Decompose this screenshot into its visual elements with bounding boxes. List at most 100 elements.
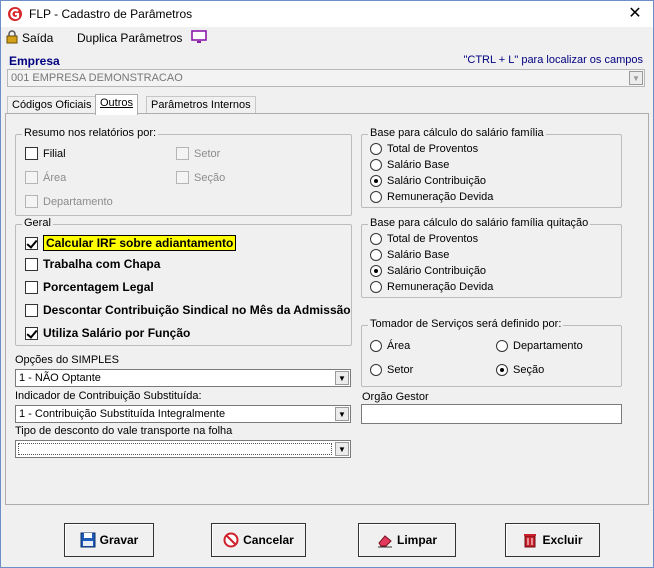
tomador-setor-label: Setor [387, 364, 414, 376]
area-label: Área [43, 171, 67, 184]
sf-remuneracao-devida-radio[interactable]: Remuneração Devida [370, 191, 493, 203]
tab-panel-outros: Resumo nos relatórios por: Filial Setor … [5, 113, 649, 505]
chevron-down-icon[interactable]: ▼ [335, 407, 349, 421]
limpar-button[interactable]: Limpar [358, 523, 456, 557]
gravar-button[interactable]: Gravar [64, 523, 154, 557]
limpar-label: Limpar [396, 533, 437, 547]
geral-legend: Geral [22, 217, 53, 229]
salario-funcao-label: Utiliza Salário por Função [43, 326, 191, 340]
excluir-button[interactable]: Excluir [505, 523, 600, 557]
salario-familia-legend: Base para cálculo do salário família [368, 127, 546, 139]
sf-remuneracao-devida-label: Remuneração Devida [387, 191, 494, 203]
contribuicao-sindical-checkbox[interactable]: Descontar Contribuição Sindical no Mês d… [25, 303, 351, 317]
radio-dot [370, 233, 382, 245]
area-checkbox[interactable]: Área [25, 171, 66, 184]
trabalha-chapa-checkbox[interactable]: Trabalha com Chapa [25, 257, 160, 271]
duplica-label: Duplica Parâmetros [77, 31, 183, 45]
sf-total-proventos-radio[interactable]: Total de Proventos [370, 143, 478, 155]
tomador-departamento-radio[interactable]: Departamento [496, 340, 583, 352]
contribuicao-sindical-label: Descontar Contribuição Sindical no Mês d… [43, 303, 351, 317]
ctrl-l-hint: "CTRL + L" para localizar os campos [463, 54, 643, 66]
orgao-gestor-input[interactable] [361, 404, 622, 424]
radio-dot [370, 249, 382, 261]
cancelar-button[interactable]: Cancelar [211, 523, 306, 557]
chevron-down-icon[interactable]: ▼ [335, 371, 349, 385]
filial-checkbox[interactable]: Filial [25, 147, 66, 160]
empresa-label: Empresa [9, 54, 60, 68]
contribuicao-select[interactable]: 1 - Contribuição Substituída Integralmen… [15, 405, 351, 423]
resumo-legend: Resumo nos relatórios por: [22, 127, 159, 139]
simples-select[interactable]: 1 - NÃO Optante ▼ [15, 369, 351, 387]
checkbox-box [25, 280, 38, 294]
tab-parametros-internos[interactable]: Parâmetros Internos [146, 96, 256, 114]
sfq-remuneracao-devida-label: Remuneração Devida [387, 281, 494, 293]
duplica-menu-item[interactable]: Duplica Parâmetros [77, 29, 207, 47]
setor-checkbox[interactable]: Setor [176, 147, 220, 160]
chevron-down-icon[interactable]: ▼ [629, 71, 643, 85]
tab-outros-label: Outros [100, 97, 134, 109]
checkbox-box [25, 171, 38, 184]
vale-transporte-label: Tipo de desconto do vale transporte na f… [15, 425, 233, 437]
trabalha-chapa-label: Trabalha com Chapa [43, 257, 161, 271]
radio-dot [370, 340, 382, 352]
contribuicao-value: 1 - Contribuição Substituída Integralmen… [19, 408, 226, 420]
vale-transporte-select[interactable]: ▼ [15, 440, 351, 458]
tab-outros[interactable]: Outros [95, 94, 139, 115]
sfq-total-proventos-radio[interactable]: Total de Proventos [370, 233, 478, 245]
tomador-area-radio[interactable]: Área [370, 340, 410, 352]
sf-salario-contribuicao-label: Salário Contribuição [387, 175, 487, 187]
vale-transporte-value [18, 443, 332, 455]
tomador-departamento-label: Departamento [513, 340, 583, 352]
secao-checkbox[interactable]: Seção [176, 171, 225, 184]
departamento-label: Departamento [43, 195, 113, 208]
calcular-irf-checkbox[interactable]: Calcular IRF sobre adiantamento [25, 235, 237, 251]
chevron-down-icon[interactable]: ▼ [335, 442, 349, 456]
tomador-secao-radio[interactable]: Seção [496, 364, 544, 376]
sfq-total-proventos-label: Total de Proventos [387, 233, 479, 245]
salario-familia-quitacao-legend: Base para cálculo do salário família qui… [368, 217, 591, 229]
radio-dot [370, 191, 382, 203]
filial-label: Filial [43, 147, 66, 160]
tab-codigos-oficiais[interactable]: Códigos Oficiais [7, 96, 97, 114]
sf-salario-contribuicao-radio[interactable]: Salário Contribuição [370, 175, 486, 187]
lock-icon [6, 30, 18, 44]
radio-dot [370, 175, 382, 187]
sfq-remuneracao-devida-radio[interactable]: Remuneração Devida [370, 281, 493, 293]
window-title: FLP - Cadastro de Parâmetros [29, 7, 193, 21]
excluir-label: Excluir [542, 533, 583, 547]
gravar-label: Gravar [99, 533, 139, 547]
tomador-legend: Tomador de Serviços será definido por: [368, 318, 564, 330]
checkbox-box [25, 147, 38, 160]
toolbar: Saída Duplica Parâmetros [1, 27, 653, 49]
monitor-icon [190, 30, 207, 43]
saida-label: Saída [22, 31, 54, 45]
sfq-salario-contribuicao-label: Salário Contribuição [387, 265, 487, 277]
departamento-checkbox[interactable]: Departamento [25, 195, 113, 208]
sf-salario-base-radio[interactable]: Salário Base [370, 159, 449, 171]
tomador-secao-label: Seção [513, 364, 545, 376]
eraser-icon [377, 535, 392, 548]
tomador-setor-radio[interactable]: Setor [370, 364, 413, 376]
radio-dot [370, 143, 382, 155]
calcular-irf-label: Calcular IRF sobre adiantamento [43, 235, 237, 251]
salario-funcao-checkbox[interactable]: Utiliza Salário por Função [25, 326, 190, 340]
close-button[interactable]: ✕ [625, 4, 645, 24]
radio-dot [370, 159, 382, 171]
tomador-group: Tomador de Serviços será definido por: Á… [361, 318, 622, 387]
contribuicao-label: Indicador de Contribuição Substituída: [15, 390, 202, 402]
radio-dot [370, 364, 382, 376]
checkbox-box [25, 326, 38, 340]
radio-dot [370, 265, 382, 277]
empresa-select[interactable]: 001 EMPRESA DEMONSTRACAO ▼ [7, 69, 645, 87]
sfq-salario-base-radio[interactable]: Salário Base [370, 249, 449, 261]
porcentagem-legal-checkbox[interactable]: Porcentagem Legal [25, 280, 154, 294]
radio-dot [496, 340, 508, 352]
main-window: FLP - Cadastro de Parâmetros ✕ Saída Dup… [0, 0, 654, 568]
saida-menu-item[interactable]: Saída [5, 29, 53, 47]
sf-total-proventos-label: Total de Proventos [387, 143, 479, 155]
simples-value: 1 - NÃO Optante [19, 372, 101, 384]
trash-icon [524, 534, 537, 548]
simples-label: Opções do SIMPLES [15, 354, 119, 366]
sfq-salario-contribuicao-radio[interactable]: Salário Contribuição [370, 265, 486, 277]
checkbox-box [25, 257, 38, 271]
